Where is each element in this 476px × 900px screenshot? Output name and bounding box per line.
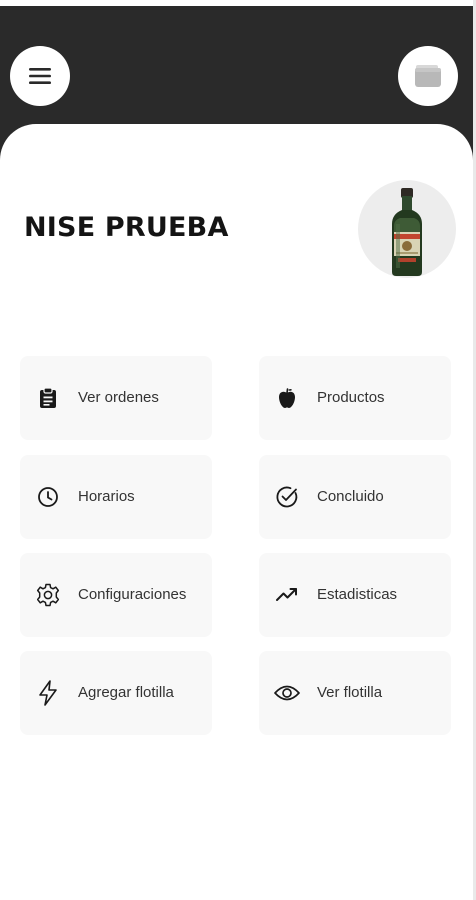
clock-icon [34,483,62,511]
tile-concluido[interactable]: Concluido [259,455,451,539]
tile-agregar-flotilla[interactable]: Agregar flotilla [20,651,212,735]
tile-label: Productos [317,389,385,406]
tile-label: Agregar flotilla [78,684,174,701]
tile-label: Configuraciones [78,586,187,603]
app-screen: NISE PRUEBA Ver ordenes Productos Horari… [0,0,476,900]
tile-estadisticas[interactable]: Estadisticas [259,553,451,637]
clipboard-icon [34,384,62,412]
tile-configuraciones[interactable]: Configuraciones [20,553,212,637]
tile-label: Ver flotilla [317,684,383,701]
tile-label: Ver ordenes [78,389,159,406]
wallet-button[interactable] [398,46,458,106]
tile-ver-ordenes[interactable]: Ver ordenes [20,356,212,440]
tile-label: Horarios [78,488,135,505]
trending-up-icon [273,581,301,609]
liquor-bottle-image [392,188,422,276]
store-avatar [358,180,456,278]
check-circle-icon [273,483,301,511]
store-name: NISE PRUEBA [24,212,229,243]
tile-ver-flotilla[interactable]: Ver flotilla [259,651,451,735]
wallet-icon [415,65,441,87]
hamburger-menu-icon [29,68,51,84]
tile-label: Estadisticas [317,586,398,603]
tile-productos[interactable]: Productos [259,356,451,440]
tile-label: Concluido [317,488,384,505]
eye-icon [273,679,301,707]
tile-horarios[interactable]: Horarios [20,455,212,539]
menu-button[interactable] [10,46,70,106]
gear-icon [34,581,62,609]
lightning-icon [34,679,62,707]
header-top-edge [0,0,473,6]
apple-icon [273,384,301,412]
